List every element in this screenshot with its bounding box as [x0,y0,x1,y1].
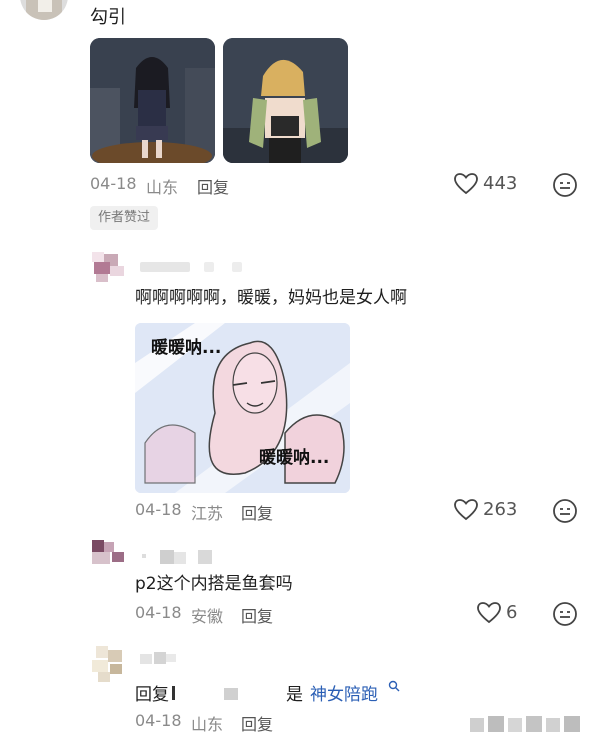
heart-outline-icon [454,499,478,521]
reply-button[interactable]: 回复 [197,174,229,198]
comment-sticker[interactable]: 暖暖呐... 暖暖呐... [135,323,350,493]
username[interactable] [142,550,222,564]
search-link-icon[interactable] [388,680,400,692]
like-count: 6 [506,602,518,623]
heart-outline-icon [454,173,478,195]
smiley-face-icon[interactable] [552,601,578,627]
username [232,262,242,272]
comment-image-2[interactable] [223,38,348,163]
reply-button[interactable]: 回复 [241,711,273,735]
blonde-figure-image [223,38,348,163]
avatar[interactable] [20,0,68,20]
comment-text: 勾引 [90,7,126,28]
avatar[interactable] [92,646,128,682]
comment-location: 山东 [146,178,179,197]
username[interactable] [140,652,180,666]
username[interactable] [140,262,190,272]
comment-date: 04-18 [135,711,182,730]
comment-image-1[interactable] [90,38,215,163]
comment-date: 04-18 [90,174,137,193]
comment-location: 江苏 [191,504,224,523]
comment-text: p2这个内搭是鱼套吗 [135,574,293,594]
like-count: 263 [483,499,518,520]
sticker-caption-top: 暖暖呐... [151,338,222,358]
username [204,262,214,272]
reply-prefix: 回复 [135,685,169,705]
like-button[interactable]: 263 [453,498,523,524]
mentioned-user-blur[interactable] [172,684,272,700]
smiley-face-icon[interactable] [552,172,578,198]
avatar[interactable] [92,252,132,284]
smiley-face-icon[interactable] [552,498,578,524]
watermark-blur [470,712,592,736]
reply-button[interactable]: 回复 [241,500,273,524]
reply-middle: 是 [286,685,303,705]
comment-date: 04-18 [135,500,182,519]
reply-button[interactable]: 回复 [241,603,273,627]
heart-outline-icon [477,602,501,624]
comment-location: 山东 [191,715,224,734]
girl-figure-image [90,38,215,163]
mentioned-user-link[interactable]: 神女陪跑 [310,680,378,705]
like-button[interactable]: 6 [476,601,526,627]
like-count: 443 [483,173,518,194]
author-liked-badge: 作者赞过 [90,206,159,230]
avatar[interactable] [92,540,126,568]
like-button[interactable]: 443 [453,172,523,198]
sticker-caption-bottom: 暖暖呐... [259,448,330,468]
comment-location: 安徽 [191,607,224,626]
comment-date: 04-18 [135,603,182,622]
comment-text: 啊啊啊啊啊，暖暖，妈妈也是女人啊 [135,288,407,308]
